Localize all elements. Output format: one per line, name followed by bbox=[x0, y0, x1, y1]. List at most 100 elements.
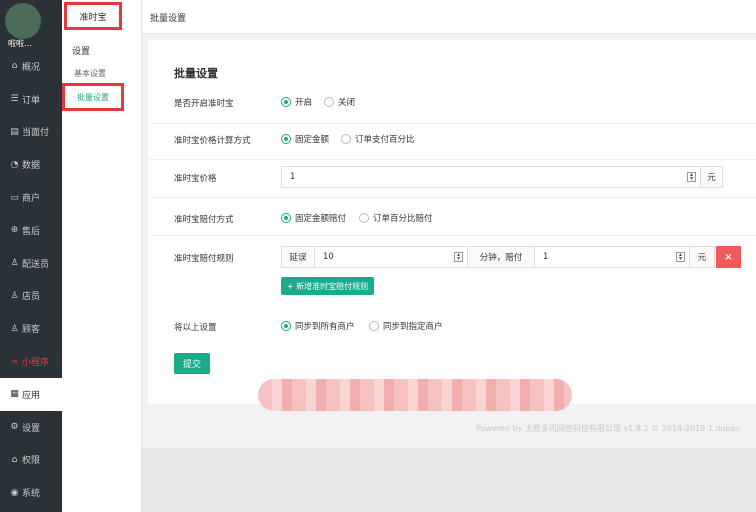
radio-dot bbox=[324, 97, 334, 107]
sidebar-item-miniprogram[interactable]: ∞ 小程序 bbox=[0, 345, 62, 378]
radio-dot bbox=[341, 134, 351, 144]
price-row: 准时宝价格 1 ▴ ▾ 元 bbox=[148, 160, 756, 198]
delete-rule-button[interactable]: × bbox=[716, 246, 741, 268]
sidebar-item-data[interactable]: ◔ 数据 bbox=[0, 148, 62, 181]
data-icon: ◔ bbox=[10, 159, 19, 170]
sidebar-item-label: 系统 bbox=[22, 489, 41, 500]
radio-dot bbox=[281, 321, 291, 331]
delay-value: 10 bbox=[323, 252, 334, 262]
sidebar-item-label: 权限 bbox=[22, 456, 41, 467]
comp-percent-radio[interactable]: 订单百分比赔付 bbox=[359, 212, 433, 224]
stepper-icon[interactable]: ▴ ▾ bbox=[687, 172, 696, 182]
radio-label: 关闭 bbox=[338, 98, 356, 108]
price-value: 1 bbox=[290, 172, 296, 182]
price-input[interactable]: 1 ▴ ▾ bbox=[281, 166, 701, 188]
comp-fixed-radio[interactable]: 固定金额赔付 bbox=[281, 212, 346, 224]
enable-row: 是否开启准时宝 开启 关闭 bbox=[148, 90, 756, 124]
radio-label: 固定金额赔付 bbox=[295, 214, 347, 224]
pay-icon: ▤ bbox=[10, 126, 19, 137]
permission-icon: ⌂ bbox=[11, 454, 18, 465]
radio-dot bbox=[369, 321, 379, 331]
profile[interactable]: 啦啦... bbox=[0, 0, 62, 50]
submit-button[interactable]: 提交 bbox=[174, 353, 210, 374]
settings-icon: ⚙ bbox=[10, 422, 19, 433]
sidebar-item-label: 数据 bbox=[22, 161, 41, 172]
delay-label: 延误 bbox=[281, 246, 315, 268]
subnav-group-title: 设置 bbox=[72, 47, 91, 57]
subnav-head[interactable]: 准时宝 bbox=[64, 2, 122, 30]
pay-amount-input[interactable]: 1 ▴ ▾ bbox=[534, 246, 690, 268]
settings-card: 批量设置 是否开启准时宝 开启 关闭 准时宝价格计算方式 固定金额 订单支付百分… bbox=[148, 40, 756, 404]
subnav-item-basic[interactable]: 基本设置 bbox=[74, 68, 106, 79]
sync-specific-radio[interactable]: 同步到指定商户 bbox=[369, 320, 443, 332]
comp-rule-label: 准时宝赔付规则 bbox=[174, 254, 234, 264]
home-icon: ⌂ bbox=[11, 61, 18, 72]
sidebar-item-after-sale[interactable]: ⊕ 售后 bbox=[0, 214, 62, 247]
sidebar-item-orders[interactable]: ☰ 订单 bbox=[0, 83, 62, 116]
delay-minutes-input[interactable]: 10 ▴ ▾ bbox=[314, 246, 468, 268]
footer-copyright: Powered by 太原多讯网络科技有限公司 v1.8.2 © 2014-20… bbox=[476, 424, 741, 433]
sidebar-item-apps[interactable]: ▦ 应用 bbox=[0, 377, 62, 411]
enable-on-radio[interactable]: 开启 bbox=[281, 96, 312, 108]
sync-label: 将以上设置 bbox=[174, 323, 217, 333]
minutes-pay-label: 分钟，赔付 bbox=[467, 246, 535, 268]
store-icon: ▭ bbox=[10, 192, 19, 203]
sidebar-item-label: 店员 bbox=[22, 292, 41, 303]
main-sidebar: 啦啦... ⌂ 概况 ☰ 订单 ▤ 当面付 ◔ 数据 ▭ 商户 ⊕ 售后 ♙ 配送员 ♙ 店员 … bbox=[0, 0, 62, 512]
price-fixed-radio[interactable]: 固定金额 bbox=[281, 133, 329, 145]
page-title: 批量设置 bbox=[174, 67, 218, 80]
stepper-icon[interactable]: ▴ ▾ bbox=[676, 252, 685, 262]
user-name: 啦啦... bbox=[8, 39, 32, 48]
price-percent-radio[interactable]: 订单支付百分比 bbox=[341, 133, 415, 145]
sidebar-item-label: 售后 bbox=[22, 226, 41, 237]
sidebar-item-system[interactable]: ◉ 系统 bbox=[0, 476, 62, 509]
sidebar-item-label: 小程序 bbox=[22, 358, 50, 369]
pay-unit: 元 bbox=[689, 246, 715, 268]
clerk-icon: ♙ bbox=[10, 290, 19, 301]
sidebar-item-customer[interactable]: ♙ 顾客 bbox=[0, 312, 62, 345]
comp-method-label: 准时宝赔付方式 bbox=[174, 215, 234, 225]
comp-rule-row: 准时宝赔付规则 延误 10 ▴ ▾ 分钟，赔付 1 ▴ ▾ 元 × + 新增准时宝赔… bbox=[148, 236, 756, 306]
subnav-item-batch[interactable]: 批量设置 bbox=[62, 83, 124, 111]
price-method-row: 准时宝价格计算方式 固定金额 订单支付百分比 bbox=[148, 124, 756, 160]
sidebar-item-clerk[interactable]: ♙ 店员 bbox=[0, 280, 62, 313]
sidebar-item-label: 设置 bbox=[22, 423, 41, 434]
courier-icon: ♙ bbox=[10, 258, 19, 269]
radio-dot bbox=[359, 213, 369, 223]
sidebar-item-pay[interactable]: ▤ 当面付 bbox=[0, 116, 62, 149]
sidebar-item-permission[interactable]: ⌂ 权限 bbox=[0, 444, 62, 477]
miniprogram-icon: ∞ bbox=[10, 356, 19, 367]
apps-icon: ▦ bbox=[10, 389, 19, 400]
radio-label: 固定金额 bbox=[295, 135, 330, 145]
price-unit: 元 bbox=[700, 166, 723, 188]
avatar[interactable] bbox=[5, 3, 41, 39]
sidebar-item-label: 商户 bbox=[22, 194, 41, 205]
breadcrumb: 批量设置 bbox=[150, 14, 187, 24]
order-icon: ☰ bbox=[10, 94, 19, 105]
pay-value: 1 bbox=[543, 252, 549, 262]
customer-icon: ♙ bbox=[10, 323, 19, 334]
sidebar-item-label: 订单 bbox=[22, 95, 41, 106]
redacted-area bbox=[258, 379, 572, 411]
sidebar-item-courier[interactable]: ♙ 配送员 bbox=[0, 247, 62, 280]
radio-label: 订单支付百分比 bbox=[355, 135, 415, 145]
enable-off-radio[interactable]: 关闭 bbox=[324, 96, 355, 108]
price-method-label: 准时宝价格计算方式 bbox=[174, 136, 251, 146]
stepper-icon[interactable]: ▴ ▾ bbox=[454, 252, 463, 262]
sidebar-item-stores[interactable]: ▭ 商户 bbox=[0, 181, 62, 214]
after-sale-icon: ⊕ bbox=[10, 225, 19, 236]
radio-dot bbox=[281, 213, 291, 223]
radio-label: 订单百分比赔付 bbox=[373, 214, 433, 224]
sidebar-item-label: 应用 bbox=[22, 390, 41, 401]
sidebar-item-label: 概况 bbox=[22, 62, 41, 73]
sub-sidebar: 准时宝 设置 基本设置 批量设置 bbox=[62, 0, 142, 512]
sidebar-item-label: 当面付 bbox=[22, 128, 50, 139]
sync-all-radio[interactable]: 同步到所有商户 bbox=[281, 320, 355, 332]
add-rule-button[interactable]: + 新增准时宝赔付规则 bbox=[281, 277, 374, 295]
comp-method-row: 准时宝赔付方式 固定金额赔付 订单百分比赔付 bbox=[148, 198, 756, 236]
sidebar-item-settings[interactable]: ⚙ 设置 bbox=[0, 411, 62, 444]
radio-dot bbox=[281, 134, 291, 144]
sidebar-item-overview[interactable]: ⌂ 概况 bbox=[0, 50, 62, 83]
radio-label: 开启 bbox=[295, 98, 313, 108]
system-icon: ◉ bbox=[10, 487, 19, 498]
